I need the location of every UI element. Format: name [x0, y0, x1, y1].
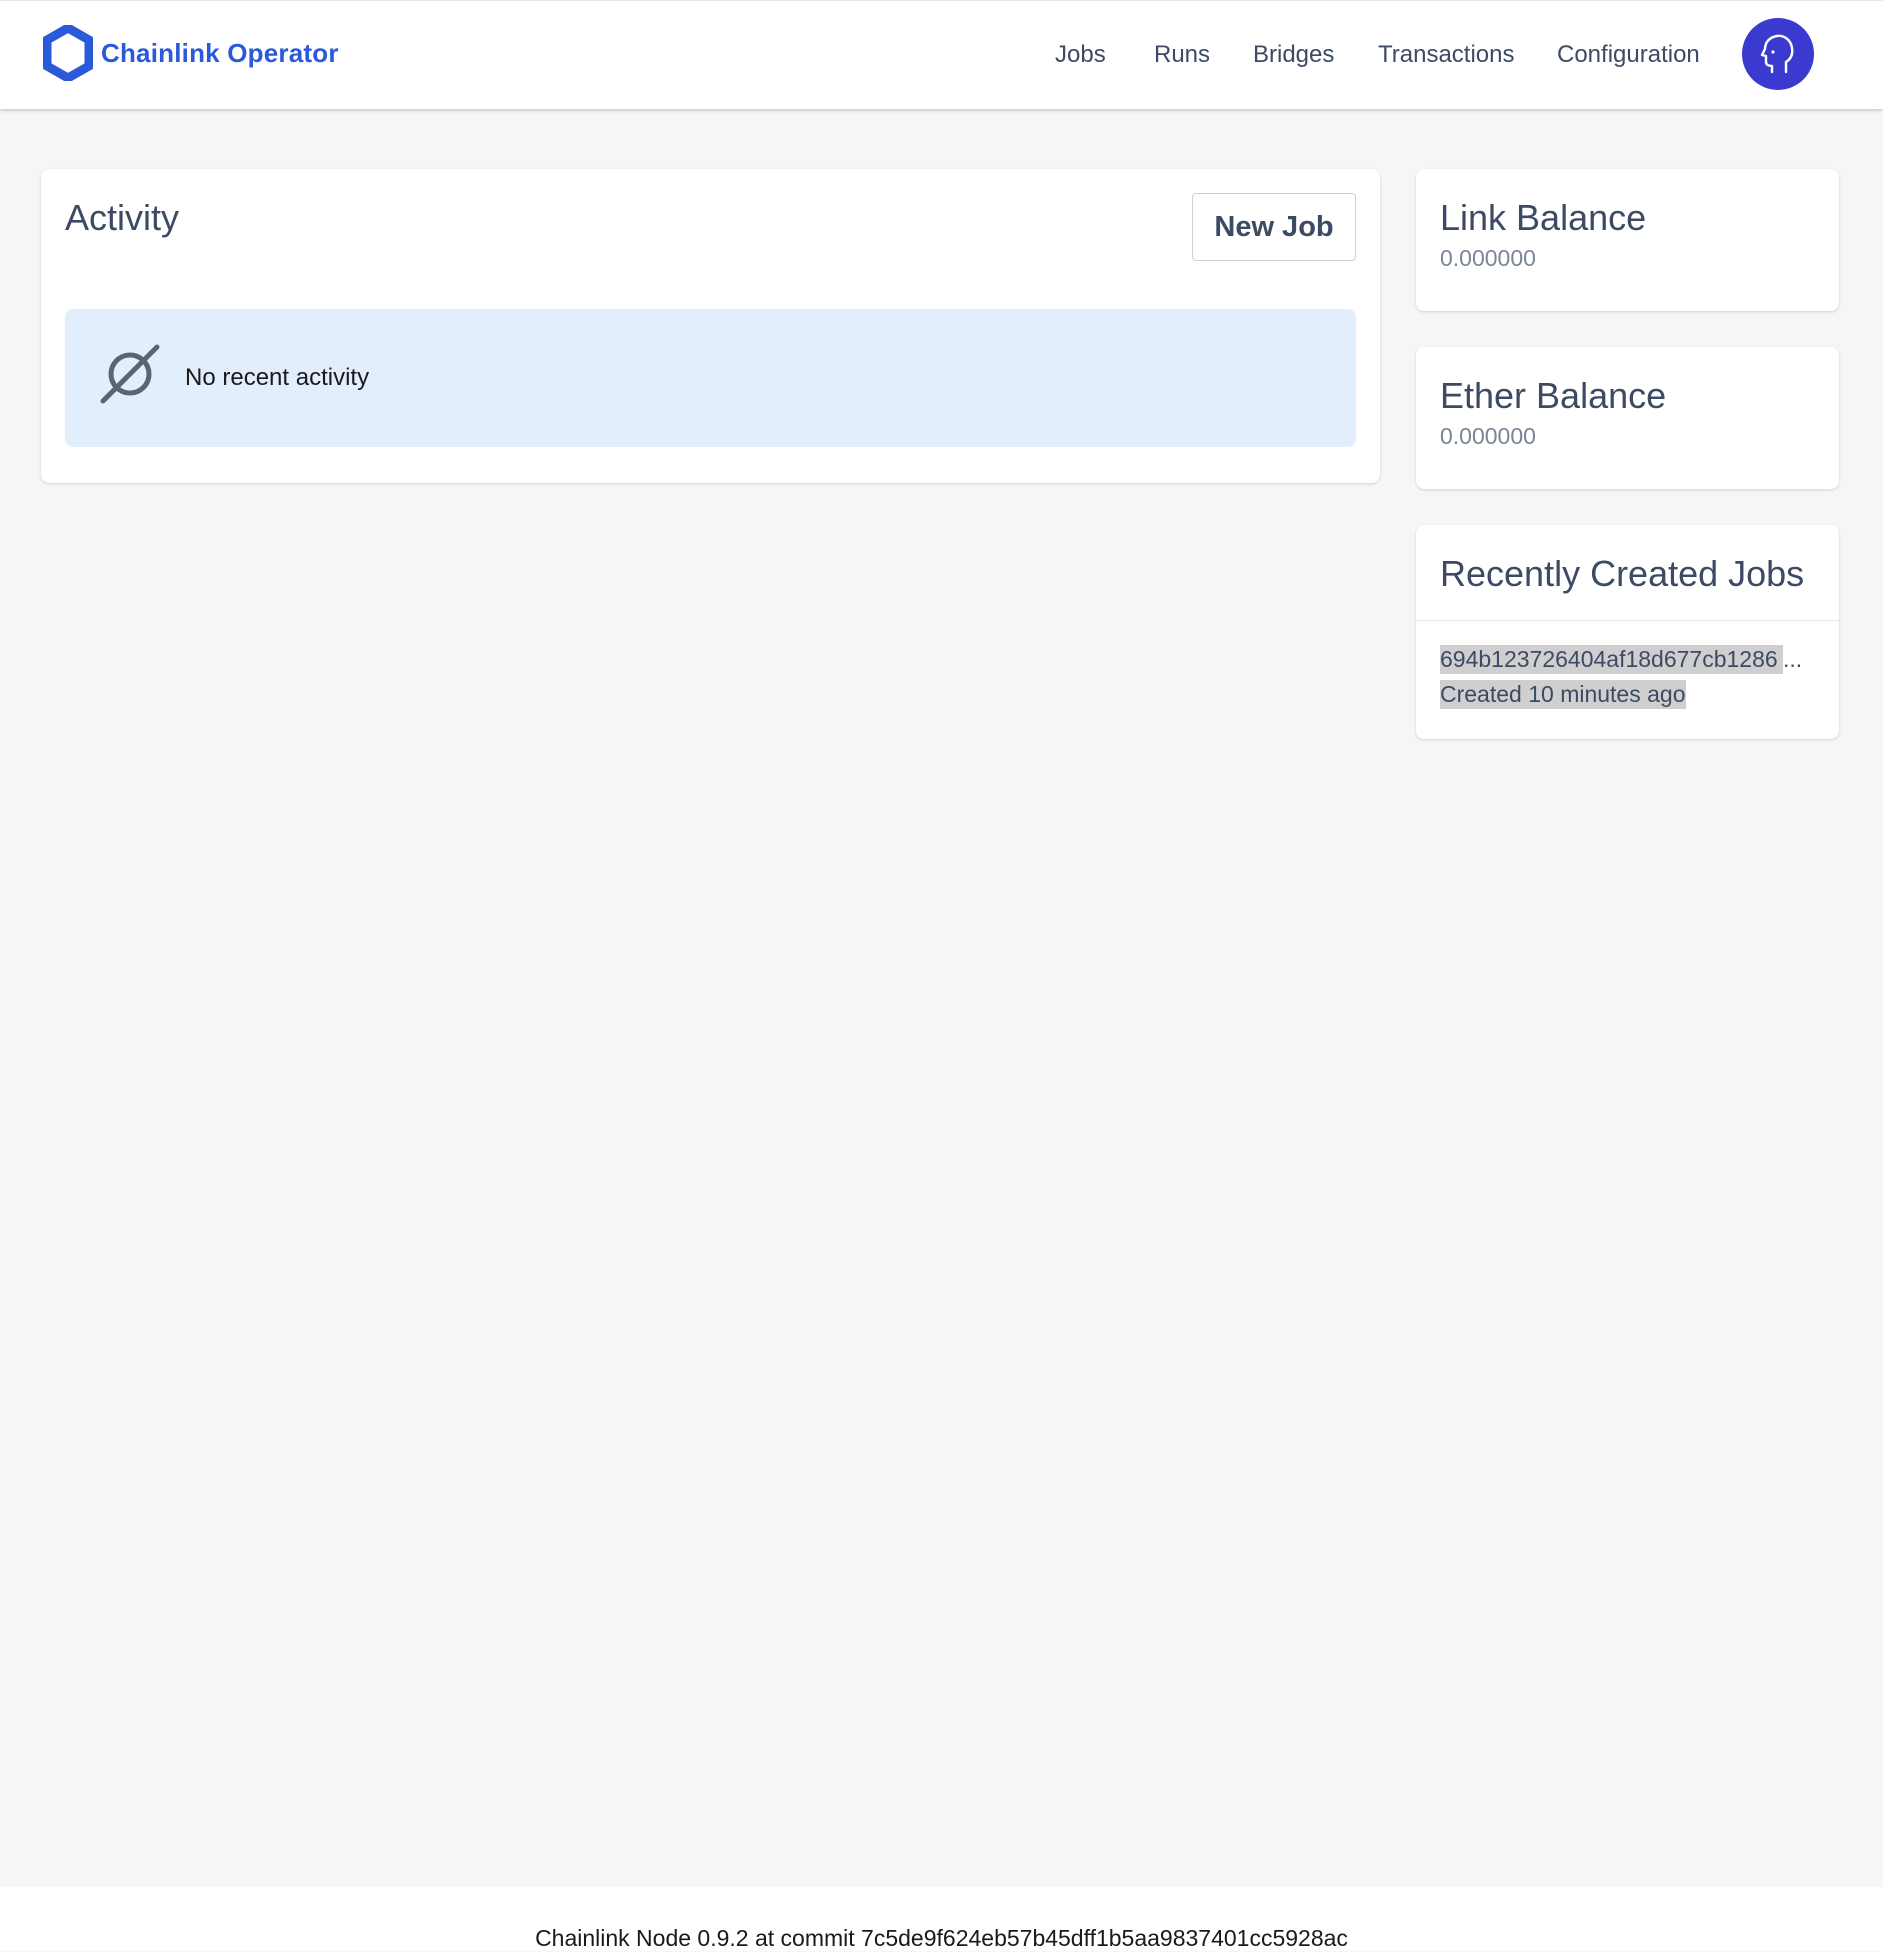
ether-balance-title: Ether Balance	[1440, 375, 1667, 416]
avatar-button[interactable]	[1742, 18, 1814, 90]
link-balance-card: Link Balance 0.000000	[1416, 169, 1839, 311]
activity-card: Activity New Job No recent activity	[41, 169, 1380, 483]
chainlink-hexagon-icon	[43, 25, 93, 81]
nav-jobs[interactable]: Jobs	[1055, 41, 1106, 69]
app-bar: Chainlink Operator Jobs Runs Bridges Tra…	[0, 0, 1883, 109]
recent-jobs-title: Recently Created Jobs	[1440, 553, 1805, 594]
user-head-icon	[1760, 34, 1794, 74]
brand-name: Chainlink Operator	[101, 37, 339, 68]
empty-activity-text: No recent activity	[185, 364, 370, 391]
nav-runs[interactable]: Runs	[1154, 41, 1210, 69]
job-created-time: Created 10 minutes ago	[1440, 680, 1686, 709]
nav-configuration[interactable]: Configuration	[1557, 41, 1700, 69]
recent-jobs-card: Recently Created Jobs 694b123726404af18d…	[1416, 525, 1839, 739]
job-id-link[interactable]: 694b123726404af18d677cb1286	[1440, 645, 1783, 674]
activity-title: Activity	[65, 197, 180, 238]
nav-bridges[interactable]: Bridges	[1253, 41, 1334, 69]
divider	[1416, 620, 1839, 621]
ether-balance-card: Ether Balance 0.000000	[1416, 347, 1839, 489]
link-balance-title: Link Balance	[1440, 197, 1647, 238]
new-job-button[interactable]: New Job	[1192, 193, 1356, 261]
brand[interactable]: Chainlink Operator	[43, 25, 339, 81]
footer: Chainlink Node 0.9.2 at commit 7c5de9f62…	[0, 1887, 1883, 1951]
ether-balance-value: 0.000000	[1440, 423, 1536, 449]
empty-set-icon	[100, 344, 160, 404]
nav-transactions[interactable]: Transactions	[1378, 41, 1515, 69]
footer-version-text: Chainlink Node 0.9.2 at commit 7c5de9f62…	[535, 1925, 1348, 1951]
job-id-ellipsis: ...	[1783, 646, 1803, 672]
empty-activity-panel: No recent activity	[65, 309, 1356, 447]
link-balance-value: 0.000000	[1440, 245, 1536, 271]
